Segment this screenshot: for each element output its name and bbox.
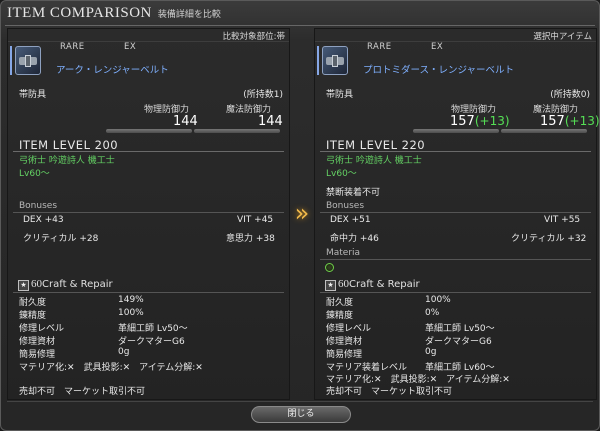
item-slot: 帯防具 (326, 90, 354, 100)
magic-defense-bar (194, 129, 280, 133)
physical-defense-bonus: (+13) (474, 114, 510, 128)
row-value: 0g (118, 347, 130, 357)
item-level-divider (13, 151, 284, 152)
item-level-divider (320, 151, 591, 152)
ex-label: EX (431, 42, 444, 52)
selected-item-panel: 選択中アイテム RARE EX プロトミダース・レンジャーベルト 帯防具 (所持… (314, 28, 600, 400)
bonus-stat: DEX +43 (23, 215, 64, 225)
craft-repair-label: Craft & Repair (349, 279, 420, 290)
row-label: 錬精度 (19, 311, 47, 321)
row-value: 0% (425, 308, 440, 318)
magic-defense-value: 157(+13) (540, 114, 600, 129)
row-label: 簡易修理 (19, 350, 56, 360)
bonus-stat: VIT +45 (237, 215, 274, 225)
item-slot: 帯防具 (19, 90, 47, 100)
row-label: 簡易修理 (326, 350, 363, 360)
rarity-stripe (10, 46, 12, 75)
rarity-label: RARE (60, 42, 85, 52)
row-value: 革細工師 Lv50～ (118, 324, 188, 334)
craft-repair-divider (13, 292, 284, 293)
craft-repair-header: 60Craft & Repair (338, 278, 420, 290)
row-value: 0g (425, 347, 437, 357)
row-label: 耐久度 (326, 298, 354, 308)
item-level: ITEM LEVEL 220 (326, 138, 426, 152)
belt-icon[interactable] (322, 46, 348, 75)
craft-repair-divider (320, 292, 591, 293)
belt-icon[interactable] (15, 46, 41, 75)
bonus-stat: 命中力 +46 (330, 234, 379, 244)
magic-defense-value: 144 (258, 114, 283, 129)
craft-repair-number: 60 (338, 278, 349, 290)
materia-divider (320, 259, 591, 260)
row-label: 錬精度 (326, 311, 354, 321)
row-label: 耐久度 (19, 298, 47, 308)
class-list: 弓術士 吟遊詩人 機工士 (326, 156, 422, 166)
bonuses-title: Bonuses (326, 201, 365, 211)
item-comparison-window: ITEM COMPARISON 装備詳細を比較 比較対象部位:帯 RARE EX… (0, 0, 600, 431)
close-button[interactable]: 閉じる (251, 406, 351, 423)
bonus-stat: DEX +51 (330, 215, 371, 225)
item-level: ITEM LEVEL 200 (19, 138, 119, 152)
materia-title: Materia (326, 248, 361, 258)
window-subtitle: 装備詳細を比較 (157, 10, 221, 20)
item-name: アーク・レンジャーベルト (56, 65, 169, 76)
physical-defense-number: 157 (450, 114, 475, 129)
bonuses-title: Bonuses (19, 201, 58, 211)
row-value: 革細工師 Lv50～ (425, 324, 495, 334)
physical-defense-bar (106, 129, 192, 133)
magic-defense-number: 157 (540, 114, 565, 129)
title-bar: ITEM COMPARISON 装備詳細を比較 (7, 5, 221, 25)
row-value: 149% (118, 295, 144, 305)
compare-arrow-icon: » (294, 199, 310, 227)
header-divider (315, 41, 596, 42)
craft-repair-icon: ★ (18, 280, 29, 291)
row-value: ダークマターG6 (425, 337, 492, 347)
rarity-stripe (317, 46, 319, 75)
footer-divider (7, 401, 593, 402)
owned-count: (所持数0) (550, 90, 590, 100)
item-flags: マテリア化:✕ 武具投影:✕ アイテム分解:✕ (19, 363, 203, 373)
required-level: Lv60～ (19, 169, 50, 179)
compared-item-panel: 比較対象部位:帯 RARE EX アーク・レンジャーベルト 帯防具 (所持数1)… (7, 28, 290, 400)
physical-defense-value: 157(+13) (450, 114, 510, 129)
bonus-stat: クリティカル +32 (511, 234, 587, 244)
bonus-stat: VIT +55 (544, 215, 581, 225)
bonuses-divider (13, 212, 284, 213)
class-list: 弓術士 吟遊詩人 機工士 (19, 156, 115, 166)
craft-repair-icon: ★ (325, 280, 336, 291)
row-label: 修理資材 (326, 337, 363, 347)
required-level: Lv60～ (326, 169, 357, 179)
physical-defense-bar (413, 129, 499, 133)
magic-defense-bar (501, 129, 587, 133)
row-value: ダークマターG6 (118, 337, 185, 347)
bonus-stat: クリティカル +28 (23, 234, 99, 244)
trade-restrictions: 売却不可 マーケット取引不可 (326, 387, 453, 397)
ex-label: EX (124, 42, 137, 52)
bonus-stat: 意思力 +38 (226, 234, 275, 244)
magic-defense-bonus: (+13) (564, 114, 600, 128)
item-name: プロトミダース・レンジャーベルト (363, 65, 515, 76)
row-label: 修理レベル (326, 324, 372, 334)
title-divider (5, 25, 595, 26)
bonuses-divider (320, 212, 591, 213)
row-value: 100% (425, 295, 451, 305)
row-label: 修理資材 (19, 337, 56, 347)
physical-defense-value: 144 (173, 114, 198, 129)
materia-slot-icon[interactable] (325, 263, 334, 272)
craft-repair-header: 60Craft & Repair (31, 278, 113, 290)
owned-count: (所持数1) (243, 90, 283, 100)
craft-repair-number: 60 (31, 278, 42, 290)
row-label: 修理レベル (19, 324, 65, 334)
row-value: 100% (118, 308, 144, 318)
rarity-label: RARE (367, 42, 392, 52)
trade-restrictions: 売却不可 マーケット取引不可 (19, 387, 146, 397)
restriction-note: 禁断装着不可 (326, 188, 381, 198)
craft-repair-label: Craft & Repair (42, 279, 113, 290)
header-divider (8, 41, 289, 42)
window-title: ITEM COMPARISON (7, 5, 152, 21)
